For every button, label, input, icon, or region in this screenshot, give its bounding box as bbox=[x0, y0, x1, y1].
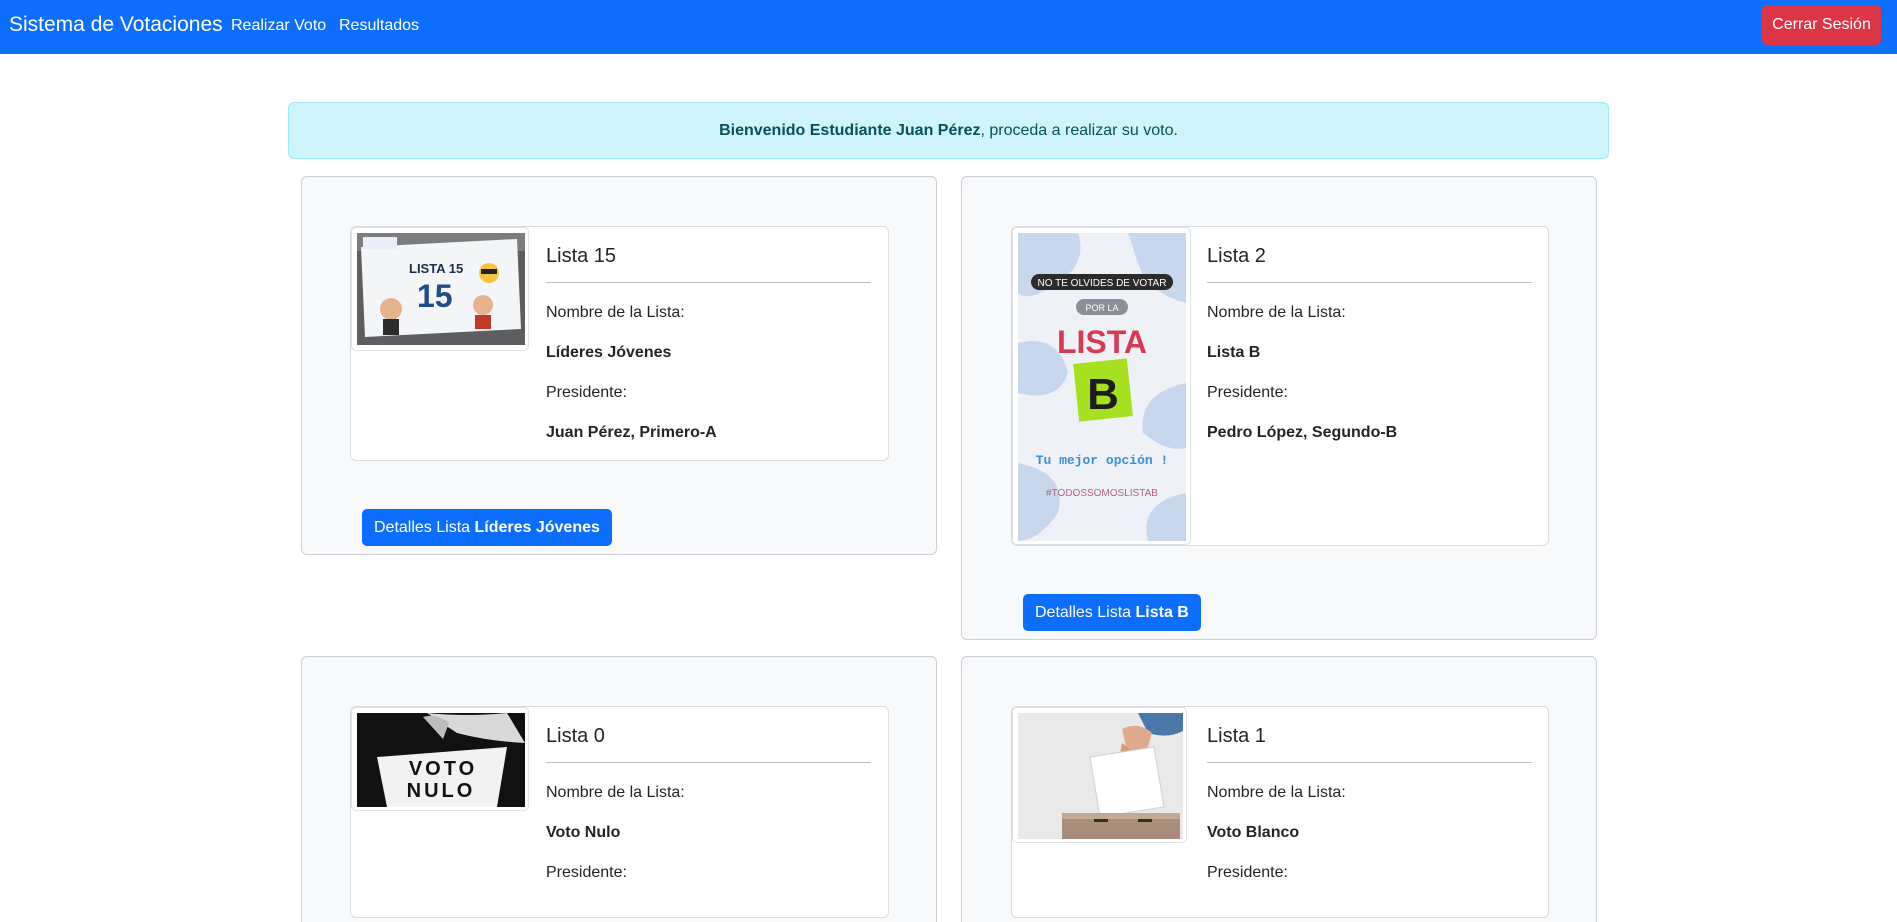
details-button[interactable]: Detalles Lista Líderes Jóvenes bbox=[362, 509, 612, 546]
details-button-prefix: Detalles Lista bbox=[1035, 604, 1132, 621]
list-name-label: Nombre de la Lista: bbox=[1207, 304, 1346, 321]
list-card: LISTA 15 15 Lista 15 Nombre de la Lista:… bbox=[350, 226, 889, 461]
title-divider bbox=[1207, 762, 1532, 763]
list-image-frame: VOTO NULO bbox=[351, 707, 529, 811]
list-panel-1: Lista 1 Nombre de la Lista: Voto Blanco … bbox=[961, 656, 1597, 922]
nav-link-realizar-voto[interactable]: Realizar Voto bbox=[231, 17, 326, 35]
lista-b-poster-image: NO TE OLVIDES DE VOTAR POR LA LISTA B Tu… bbox=[1018, 233, 1186, 541]
president-value: Pedro López, Segundo-B bbox=[1207, 424, 1398, 441]
list-name-label: Nombre de la Lista: bbox=[1207, 784, 1346, 801]
welcome-name: Bienvenido Estudiante Juan Pérez bbox=[719, 122, 981, 139]
list-name-label: Nombre de la Lista: bbox=[546, 784, 685, 801]
list-card: NO TE OLVIDES DE VOTAR POR LA LISTA B Tu… bbox=[1011, 226, 1549, 546]
list-number-title: Lista 2 bbox=[1207, 245, 1266, 267]
voto-nulo-image: VOTO NULO bbox=[357, 713, 525, 807]
list-name-value: Voto Nulo bbox=[546, 824, 621, 841]
welcome-alert: Bienvenido Estudiante Juan Pérez, proced… bbox=[288, 102, 1609, 159]
svg-text:VOTO: VOTO bbox=[409, 758, 477, 780]
list-image-frame: LISTA 15 15 bbox=[351, 227, 529, 351]
president-label: Presidente: bbox=[546, 864, 627, 881]
president-value: Juan Pérez, Primero-A bbox=[546, 424, 717, 441]
details-button-name: Lista B bbox=[1135, 604, 1189, 621]
list-name-value: Voto Blanco bbox=[1207, 824, 1300, 841]
welcome-message: , proceda a realizar su voto. bbox=[980, 122, 1178, 139]
lista-15-banner-image: LISTA 15 15 bbox=[357, 233, 525, 345]
list-card: VOTO NULO Lista 0 Nombre de la Lista: Vo… bbox=[350, 706, 889, 918]
list-name-value: Líderes Jóvenes bbox=[546, 344, 672, 361]
title-divider bbox=[546, 762, 871, 763]
svg-text:POR LA: POR LA bbox=[1085, 303, 1118, 313]
svg-text:Tu mejor opción !: Tu mejor opción ! bbox=[1036, 453, 1169, 468]
president-label: Presidente: bbox=[1207, 384, 1288, 401]
list-image-frame: NO TE OLVIDES DE VOTAR POR LA LISTA B Tu… bbox=[1012, 227, 1191, 545]
navbar: Sistema de Votaciones Realizar Voto Resu… bbox=[0, 0, 1897, 54]
list-image-frame bbox=[1012, 707, 1187, 843]
svg-text:#TODOSSOMOSLISTAB: #TODOSSOMOSLISTAB bbox=[1046, 488, 1158, 499]
svg-text:NULO: NULO bbox=[407, 780, 476, 802]
details-button[interactable]: Detalles Lista Lista B bbox=[1023, 594, 1201, 631]
logout-button[interactable]: Cerrar Sesión bbox=[1762, 5, 1881, 45]
list-number-title: Lista 1 bbox=[1207, 725, 1266, 747]
president-label: Presidente: bbox=[546, 384, 627, 401]
list-number-title: Lista 0 bbox=[546, 725, 605, 747]
brand[interactable]: Sistema de Votaciones bbox=[9, 13, 223, 37]
list-panel-2: NO TE OLVIDES DE VOTAR POR LA LISTA B Tu… bbox=[961, 176, 1597, 640]
title-divider bbox=[1207, 282, 1532, 283]
list-number-title: Lista 15 bbox=[546, 245, 617, 267]
svg-text:B: B bbox=[1087, 370, 1119, 419]
list-name-label: Nombre de la Lista: bbox=[546, 304, 685, 321]
details-button-name: Líderes Jóvenes bbox=[474, 519, 600, 536]
list-card: Lista 1 Nombre de la Lista: Voto Blanco … bbox=[1011, 706, 1549, 918]
president-label: Presidente: bbox=[1207, 864, 1288, 881]
nav-link-resultados[interactable]: Resultados bbox=[339, 17, 419, 35]
details-button-prefix: Detalles Lista bbox=[374, 519, 471, 536]
svg-text:15: 15 bbox=[417, 278, 453, 314]
title-divider bbox=[546, 282, 871, 283]
list-panel-15: LISTA 15 15 Lista 15 Nombre de la Lista:… bbox=[301, 176, 937, 555]
svg-text:NO TE OLVIDES DE VOTAR: NO TE OLVIDES DE VOTAR bbox=[1038, 278, 1167, 289]
list-name-value: Lista B bbox=[1207, 344, 1261, 361]
svg-text:LISTA: LISTA bbox=[1057, 324, 1147, 360]
ballot-box-image bbox=[1018, 713, 1183, 839]
list-panel-0: VOTO NULO Lista 0 Nombre de la Lista: Vo… bbox=[301, 656, 937, 922]
svg-text:LISTA 15: LISTA 15 bbox=[409, 261, 463, 276]
